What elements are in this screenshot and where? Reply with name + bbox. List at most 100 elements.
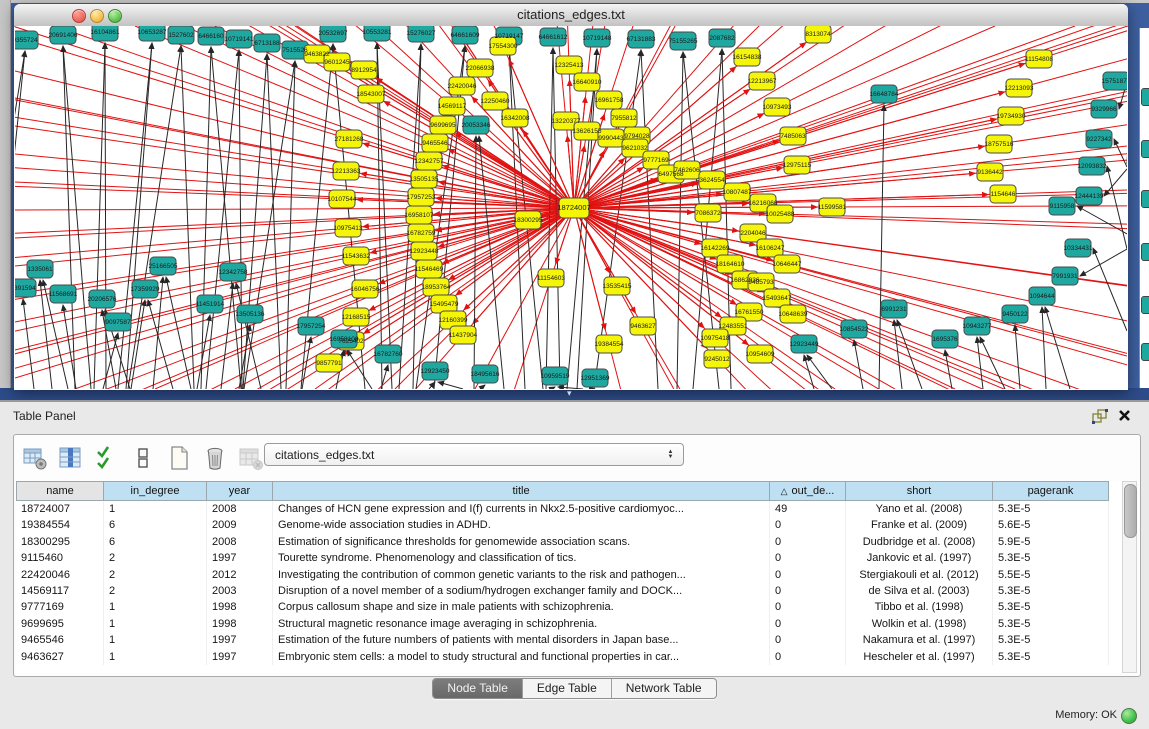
table-cell[interactable]: 2012 bbox=[207, 567, 273, 583]
table-cell[interactable]: Changes of HCN gene expression and I(f) … bbox=[273, 501, 770, 517]
table-row[interactable]: 946554611997Estimation of the future num… bbox=[16, 632, 1122, 648]
table-cell[interactable]: Corpus callosum shape and size in male p… bbox=[273, 599, 770, 615]
table-cell[interactable]: 1 bbox=[104, 616, 207, 632]
table-cell[interactable]: 49 bbox=[770, 501, 846, 517]
table-cell[interactable]: 1997 bbox=[207, 632, 273, 648]
scrollbar-thumb[interactable] bbox=[1124, 484, 1137, 538]
table-cell[interactable]: Embryonic stem cells: a model to study s… bbox=[273, 649, 770, 665]
table-row[interactable]: 911546021997Tourette syndrome. Phenomeno… bbox=[16, 550, 1122, 566]
table-cell[interactable]: Nakamura et al. (1997) bbox=[846, 632, 993, 648]
table-cell[interactable]: Wolkin et al. (1998) bbox=[846, 616, 993, 632]
table-cell[interactable]: 1 bbox=[104, 632, 207, 648]
table-cell[interactable]: 22420046 bbox=[16, 567, 104, 583]
table-cell[interactable]: 0 bbox=[770, 632, 846, 648]
table-cell[interactable]: 14569117 bbox=[16, 583, 104, 599]
table-cell[interactable]: 1 bbox=[104, 599, 207, 615]
float-panel-icon[interactable] bbox=[1091, 408, 1109, 424]
table-cell[interactable]: 5.3E-5 bbox=[993, 501, 1109, 517]
column-header-out_de[interactable]: △out_de... bbox=[770, 481, 846, 501]
table-selector-dropdown[interactable]: citations_edges.txt ▲▼ bbox=[264, 443, 684, 466]
table-cell[interactable]: Yano et al. (2008) bbox=[846, 501, 993, 517]
table-cell[interactable]: 1997 bbox=[207, 649, 273, 665]
table-cell[interactable]: 5.5E-5 bbox=[993, 567, 1109, 583]
table-cell[interactable]: 9699695 bbox=[16, 616, 104, 632]
delete-attribute-icon[interactable] bbox=[200, 443, 230, 473]
show-columns-icon[interactable] bbox=[56, 443, 86, 473]
table-cell[interactable]: 18724007 bbox=[16, 501, 104, 517]
table-cell[interactable]: 0 bbox=[770, 534, 846, 550]
table-cell[interactable]: 1997 bbox=[207, 550, 273, 566]
table-cell[interactable]: Genome-wide association studies in ADHD. bbox=[273, 517, 770, 533]
table-cell[interactable]: de Silva et al. (2003) bbox=[846, 583, 993, 599]
table-cell[interactable]: Hescheler et al. (1997) bbox=[846, 649, 993, 665]
table-cell[interactable]: 0 bbox=[770, 550, 846, 566]
table-cell[interactable]: 9777169 bbox=[16, 599, 104, 615]
table-cell[interactable]: 2 bbox=[104, 550, 207, 566]
table-row[interactable]: 1938455462009Genome-wide association stu… bbox=[16, 517, 1122, 533]
table-cell[interactable]: Estimation of significance thresholds fo… bbox=[273, 534, 770, 550]
table-cell[interactable]: 5.3E-5 bbox=[993, 632, 1109, 648]
table-cell[interactable]: Disruption of a novel member of a sodium… bbox=[273, 583, 770, 599]
select-all-icon[interactable] bbox=[92, 443, 122, 473]
table-options-icon[interactable] bbox=[20, 443, 50, 473]
column-header-name[interactable]: name bbox=[16, 481, 104, 501]
table-row[interactable]: 1830029562008Estimation of significance … bbox=[16, 534, 1122, 550]
table-cell[interactable]: 2008 bbox=[207, 534, 273, 550]
table-cell[interactable]: 5.3E-5 bbox=[993, 616, 1109, 632]
column-header-pagerank[interactable]: pagerank bbox=[993, 481, 1109, 501]
new-table-icon[interactable] bbox=[164, 443, 194, 473]
table-row[interactable]: 1872400712008Changes of HCN gene express… bbox=[16, 501, 1122, 517]
table-row[interactable]: 969969511998Structural magnetic resonanc… bbox=[16, 616, 1122, 632]
memory-status-indicator[interactable] bbox=[1121, 708, 1137, 724]
table-row[interactable]: 977716911998Corpus callosum shape and si… bbox=[16, 599, 1122, 615]
table-cell[interactable]: 2 bbox=[104, 583, 207, 599]
table-row[interactable]: 2242004622012Investigating the contribut… bbox=[16, 567, 1122, 583]
tab-edge-table[interactable]: Edge Table bbox=[523, 679, 612, 698]
table-cell[interactable]: 19384554 bbox=[16, 517, 104, 533]
table-cell[interactable]: 1 bbox=[104, 649, 207, 665]
column-header-in_degree[interactable]: in_degree bbox=[104, 481, 207, 501]
table-cell[interactable]: 18300295 bbox=[16, 534, 104, 550]
table-cell[interactable]: 0 bbox=[770, 567, 846, 583]
table-cell[interactable]: Structural magnetic resonance image aver… bbox=[273, 616, 770, 632]
network-window-titlebar[interactable]: citations_edges.txt bbox=[14, 4, 1128, 27]
table-cell[interactable]: Stergiakouli et al. (2012) bbox=[846, 567, 993, 583]
close-panel-icon[interactable] bbox=[1117, 408, 1135, 424]
table-cell[interactable]: 5.9E-5 bbox=[993, 534, 1109, 550]
table-cell[interactable]: Jankovic et al. (1997) bbox=[846, 550, 993, 566]
table-vertical-scrollbar[interactable] bbox=[1122, 481, 1137, 673]
table-cell[interactable]: 5.3E-5 bbox=[993, 649, 1109, 665]
clear-selection-icon[interactable] bbox=[128, 443, 158, 473]
table-cell[interactable]: 1 bbox=[104, 501, 207, 517]
table-cell[interactable]: 0 bbox=[770, 517, 846, 533]
table-cell[interactable]: 5.3E-5 bbox=[993, 583, 1109, 599]
network-canvas[interactable]: 9355724206914061610486110653287152760264… bbox=[15, 26, 1127, 389]
table-cell[interactable]: 9115460 bbox=[16, 550, 104, 566]
table-row[interactable]: 946362711997Embryonic stem cells: a mode… bbox=[16, 649, 1122, 665]
table-cell[interactable]: 2 bbox=[104, 567, 207, 583]
table-cell[interactable]: Investigating the contribution of common… bbox=[273, 567, 770, 583]
table-cell[interactable]: 5.3E-5 bbox=[993, 599, 1109, 615]
table-cell[interactable]: 1998 bbox=[207, 616, 273, 632]
table-row[interactable]: 1456911722003Disruption of a novel membe… bbox=[16, 583, 1122, 599]
table-cell[interactable]: 6 bbox=[104, 534, 207, 550]
table-cell[interactable]: 9463627 bbox=[16, 649, 104, 665]
column-header-title[interactable]: title bbox=[273, 481, 770, 501]
table-cell[interactable]: Tourette syndrome. Phenomenology and cla… bbox=[273, 550, 770, 566]
column-header-short[interactable]: short bbox=[846, 481, 993, 501]
table-cell[interactable]: 1998 bbox=[207, 599, 273, 615]
table-cell[interactable]: 0 bbox=[770, 616, 846, 632]
splitter-grip-icon[interactable]: ▾ bbox=[567, 389, 572, 398]
table-cell[interactable]: 6 bbox=[104, 517, 207, 533]
table-cell[interactable]: 0 bbox=[770, 599, 846, 615]
table-cell[interactable]: 2009 bbox=[207, 517, 273, 533]
table-cell[interactable]: Dudbridge et al. (2008) bbox=[846, 534, 993, 550]
table-cell[interactable]: 2008 bbox=[207, 501, 273, 517]
table-cell[interactable]: 5.3E-5 bbox=[993, 550, 1109, 566]
table-cell[interactable]: 0 bbox=[770, 583, 846, 599]
table-cell[interactable]: 9465546 bbox=[16, 632, 104, 648]
tab-network-table[interactable]: Network Table bbox=[612, 679, 716, 698]
table-cell[interactable]: 0 bbox=[770, 649, 846, 665]
table-cell[interactable]: 5.6E-5 bbox=[993, 517, 1109, 533]
table-cell[interactable]: 2003 bbox=[207, 583, 273, 599]
